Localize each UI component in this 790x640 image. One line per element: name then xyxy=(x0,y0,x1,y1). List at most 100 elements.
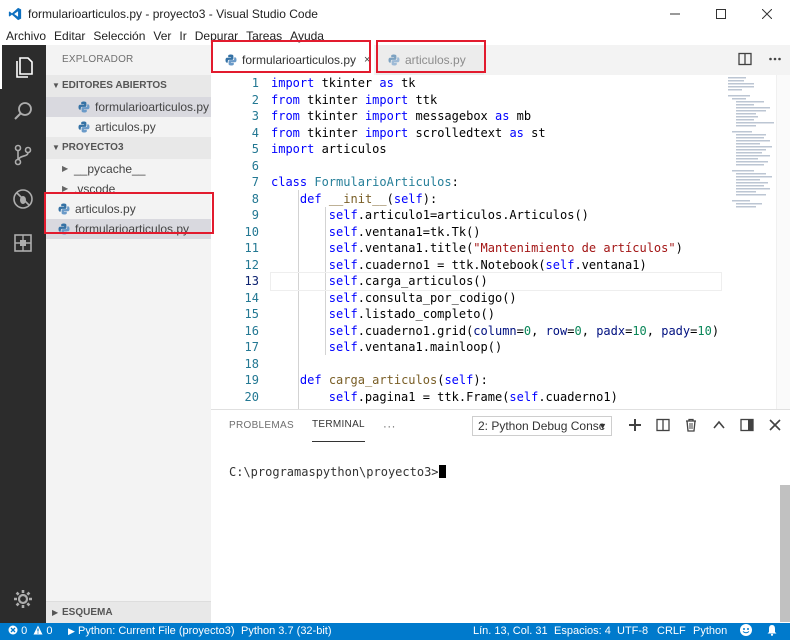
vscode-logo-icon xyxy=(8,7,22,20)
code-line: import tkinter as tk xyxy=(271,76,416,90)
minimize-button[interactable] xyxy=(652,0,698,27)
tab-formularioarticulos[interactable]: formularioarticulos.py × xyxy=(211,45,374,75)
line-number: 10 xyxy=(244,224,259,239)
python-file-icon xyxy=(78,101,90,113)
cursor-position-status[interactable]: Lín. 13, Col. 31 xyxy=(473,623,548,640)
line-number: 1 xyxy=(251,76,259,90)
panel-more-button[interactable]: ··· xyxy=(383,410,396,442)
code-editor[interactable]: 1 2 3 4 5 6 7 8 9 10 11 12 13 14 15 16 17 18 19 20 import t… xyxy=(211,75,790,409)
chevron-right-icon: ▶ xyxy=(52,608,59,617)
open-editor-articulos[interactable]: articulos.py xyxy=(46,117,211,137)
tab-terminal[interactable]: TERMINAL xyxy=(311,410,365,442)
extensions-button[interactable] xyxy=(0,221,46,265)
search-button[interactable] xyxy=(0,89,46,133)
line-number: 18 xyxy=(244,356,259,371)
menu-editar[interactable]: Editar xyxy=(50,29,89,43)
terminal-select[interactable]: 2: Python Debug Consc ▼ xyxy=(472,416,612,436)
code-line: from tkinter import scrolledtext as st xyxy=(271,125,546,140)
menu-ir[interactable]: Ir xyxy=(175,29,190,43)
code-line: self.consulta_por_codigo() xyxy=(328,290,517,305)
chevron-up-icon[interactable] xyxy=(712,418,726,432)
eol-status[interactable]: CRLF xyxy=(657,623,686,640)
minimize-icon xyxy=(670,13,680,14)
line-number: 19 xyxy=(244,373,259,387)
indentation-status[interactable]: Espacios: 4 xyxy=(554,623,611,640)
window-title: formularioarticulos.py - proyecto3 - Vis… xyxy=(28,6,318,21)
close-window-button[interactable] xyxy=(744,0,790,27)
minimap[interactable] xyxy=(728,75,776,215)
interpreter-status[interactable]: Python 3.7 (32-bit) xyxy=(241,623,332,640)
python-file-icon xyxy=(58,223,70,235)
gear-icon xyxy=(14,590,32,608)
python-file-icon xyxy=(225,54,237,66)
play-icon: ▶ xyxy=(68,626,75,636)
code-line: self.cuaderno1.grid(column=0, row=0, pad… xyxy=(328,323,720,338)
toggle-panel-position-icon[interactable] xyxy=(740,418,754,432)
problems-status[interactable]: 0 0 xyxy=(8,623,52,640)
menu-tareas[interactable]: Tareas xyxy=(242,29,286,43)
close-panel-icon[interactable] xyxy=(768,418,782,432)
new-terminal-icon[interactable] xyxy=(628,418,642,432)
line-numbers: 1 2 3 4 5 6 7 8 9 10 11 12 13 14 15 16 17 18 19 20 xyxy=(211,75,263,405)
debug-icon xyxy=(13,189,33,209)
notifications-bell-icon[interactable] xyxy=(766,623,778,640)
code-line: class FormularioArticulos: xyxy=(271,175,459,189)
menu-archivo[interactable]: Archivo xyxy=(0,29,50,43)
title-bar: formularioarticulos.py - proyecto3 - Vis… xyxy=(0,0,790,27)
line-number: 6 xyxy=(251,158,259,173)
outline-header[interactable]: ▶ ESQUEMA xyxy=(46,601,211,623)
source-control-button[interactable] xyxy=(0,133,46,177)
code-lines: import tkinter as tk from tkinter import… xyxy=(270,75,722,405)
menu-ver[interactable]: Ver xyxy=(149,29,175,43)
run-config-status[interactable]: ▶ Python: Current File (proyecto3) xyxy=(68,623,235,640)
python-file-icon xyxy=(78,121,90,133)
line-number: 17 xyxy=(244,340,259,354)
encoding-status[interactable]: UTF-8 xyxy=(617,623,648,640)
more-actions-icon[interactable] xyxy=(768,52,782,66)
terminal-prompt[interactable]: C:\programaspython\proyecto3> xyxy=(229,465,446,479)
open-editors-header[interactable]: ▼ EDITORES ABIERTOS xyxy=(46,75,211,97)
maximize-button[interactable] xyxy=(698,0,744,27)
line-number: 11 xyxy=(244,241,259,255)
menu-depurar[interactable]: Depurar xyxy=(191,29,242,43)
split-editor-icon[interactable] xyxy=(738,52,752,66)
search-icon xyxy=(14,102,32,120)
split-terminal-icon[interactable] xyxy=(656,418,670,432)
terminal-scrollbar[interactable] xyxy=(780,485,790,622)
tab-problems[interactable]: PROBLEMAS xyxy=(229,410,294,442)
chevron-down-icon: ▼ xyxy=(598,421,607,431)
line-number: 2 xyxy=(251,92,259,107)
code-line: import articulos xyxy=(271,142,387,156)
line-number: 9 xyxy=(251,208,259,222)
debug-button[interactable] xyxy=(0,177,46,221)
folder-pycache[interactable]: ▶ __pycache__ xyxy=(46,159,211,179)
line-number: 16 xyxy=(244,323,259,338)
tab-close-button[interactable]: × xyxy=(364,54,370,66)
editor-scrollbar[interactable] xyxy=(776,75,790,409)
line-number: 15 xyxy=(244,307,259,321)
code-line: def __init__(self): xyxy=(299,191,438,206)
trash-icon[interactable] xyxy=(684,418,698,432)
chevron-right-icon: ▶ xyxy=(62,164,69,173)
python-file-icon xyxy=(388,54,400,66)
file-formularioarticulos[interactable]: formularioarticulos.py xyxy=(46,219,211,239)
language-status[interactable]: Python xyxy=(693,623,727,640)
project-header[interactable]: ▼ PROYECTO3 xyxy=(46,137,211,159)
settings-button[interactable] xyxy=(0,577,46,621)
explorer-button[interactable] xyxy=(0,45,46,89)
error-icon xyxy=(8,625,18,635)
tab-articulos[interactable]: articulos.py xyxy=(376,45,484,75)
feedback-icon[interactable] xyxy=(739,623,753,640)
line-number: 20 xyxy=(244,389,259,404)
menu-seleccion[interactable]: Selección xyxy=(89,29,149,43)
code-line: self.ventana1=tk.Tk() xyxy=(328,224,481,239)
maximize-icon xyxy=(716,8,726,19)
code-line: self.cuaderno1 = ttk.Notebook(self.venta… xyxy=(328,257,647,272)
line-number: 7 xyxy=(251,175,259,189)
file-articulos[interactable]: articulos.py xyxy=(46,199,211,219)
folder-vscode[interactable]: ▶ .vscode xyxy=(46,179,211,199)
menu-ayuda[interactable]: Ayuda xyxy=(286,29,328,43)
open-editor-formularioarticulos[interactable]: formularioarticulos.py xyxy=(46,97,211,117)
